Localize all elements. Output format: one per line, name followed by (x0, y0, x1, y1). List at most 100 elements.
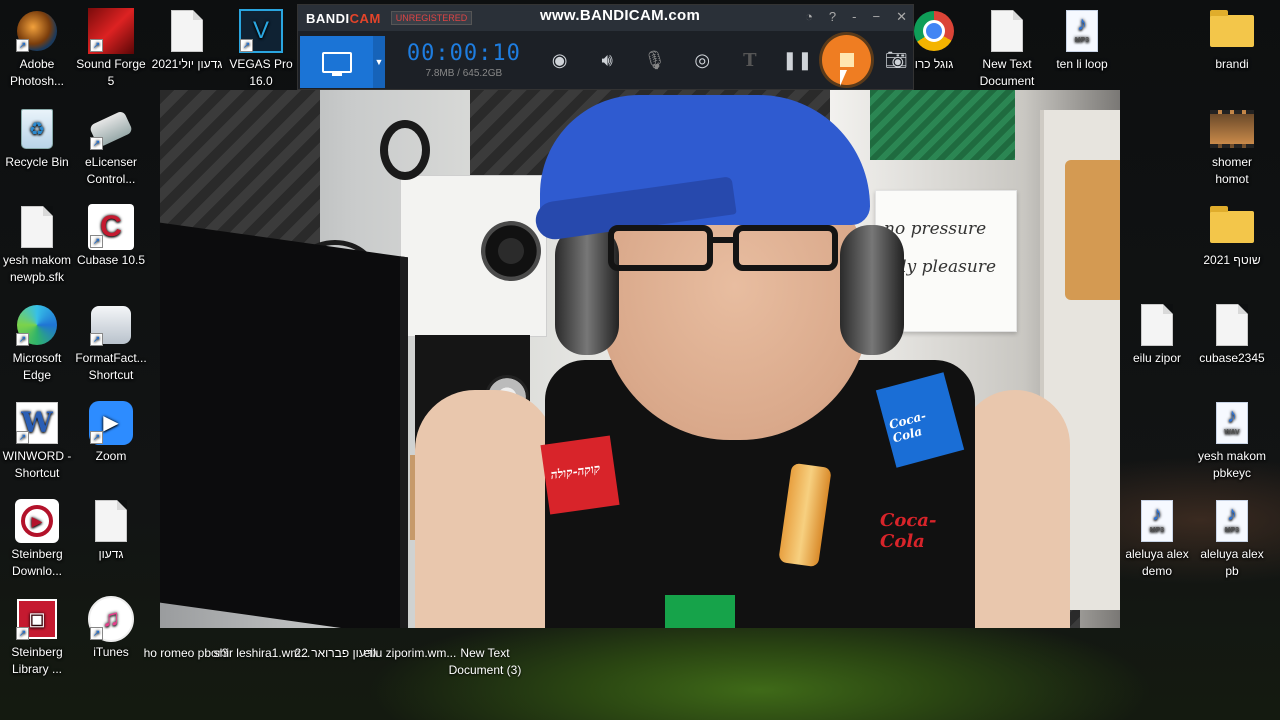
desktop-icon-vegas[interactable]: V ↗ VEGAS Pro 16.0 (224, 4, 298, 90)
icon-label: Recycle Bin (5, 155, 69, 169)
desktop-icon-aleluya-pb[interactable]: ♪ MP3 aleluya alex pb (1195, 494, 1269, 580)
camera-icon: 📷︎ (884, 49, 908, 70)
microphone-icon: 🎙︎ (643, 49, 667, 70)
icon-label: Steinberg Downlo... (11, 547, 63, 578)
sound-forge-icon: ↗ (88, 8, 134, 54)
bandicam-titlebar[interactable]: BANDICAM UNREGISTERED www.BANDICAM.com ◔… (298, 5, 913, 31)
itunes-icon: ♫ ↗ (88, 596, 134, 642)
desktop-icon-shomer-homot[interactable]: shomer homot (1195, 102, 1269, 188)
icon-label: Microsoft Edge (12, 351, 62, 382)
person: קוקה-קולה Coca-Cola Coca-Cola (415, 90, 1070, 628)
mp3-icon: ♪ MP3 (1059, 8, 1105, 54)
minimize-icon[interactable]: − (873, 9, 881, 25)
mp3-icon: ♪ MP3 (1209, 498, 1255, 544)
desktop-icon-brandi[interactable]: brandi (1195, 4, 1269, 73)
close-icon[interactable]: ✕ (896, 9, 907, 25)
chevron-down-icon: ▼ (374, 57, 384, 67)
desktop-icon-recycle-bin[interactable]: ♻ Recycle Bin (0, 102, 74, 171)
document-icon (164, 8, 210, 54)
bandicam-window[interactable]: BANDICAM UNREGISTERED www.BANDICAM.com ◔… (297, 4, 914, 90)
desktop-icon-zoom[interactable]: ▶ ↗ Zoom (74, 396, 148, 465)
clock-icon[interactable]: ◔ (805, 9, 813, 25)
timer-value: 00:00:10 (406, 41, 521, 66)
pause-button[interactable]: ❚❚ (781, 43, 815, 77)
webcam-button[interactable]: ◉ (543, 43, 577, 77)
desktop-icon-cubase[interactable]: C ↗ Cubase 10.5 (74, 200, 148, 269)
wav-icon: ♪ WAV (1209, 400, 1255, 446)
help-icon[interactable]: ? (829, 9, 836, 25)
desktop-icon-yesh-makom[interactable]: yesh makom newpb.sfk (0, 200, 74, 286)
desktop-icon-cubase2345[interactable]: cubase2345 (1195, 298, 1269, 367)
screen-mode-button[interactable] (300, 36, 374, 88)
microphone-button[interactable]: 🎙︎ (638, 43, 672, 77)
desktop-icon-new-text-document[interactable]: New Text Document (970, 4, 1044, 90)
recycle-bin-icon: ♻ (14, 106, 60, 152)
icon-label: eLicenser Control... (84, 155, 138, 186)
edge-icon: ↗ (14, 302, 60, 348)
photoshop-icon: ↗ (14, 8, 60, 54)
folder-icon (1209, 8, 1255, 54)
chrome-icon (911, 8, 957, 54)
right-arm (960, 390, 1070, 628)
icon-label: yesh makom pbkeyc (1197, 449, 1267, 480)
icon-label: Sound Forge 5 (76, 57, 146, 88)
word-icon: W ↗ (14, 400, 60, 446)
document-icon (88, 498, 134, 544)
desktop-icon-elicenser[interactable]: ↗ eLicenser Control... (74, 102, 148, 188)
minimize-to-tray-icon[interactable]: - (852, 9, 856, 25)
speaker-button[interactable]: 🔊︎ (590, 43, 624, 77)
bandicam-logo: BANDICAM (306, 10, 381, 26)
unregistered-badge[interactable]: UNREGISTERED (390, 11, 473, 25)
icon-label: New Text Document (3) (448, 646, 522, 677)
icon-label: Zoom (95, 449, 127, 463)
desktop-icon-gideon-july[interactable]: גדעון יולי2021 (150, 4, 224, 73)
zoom-icon: ▶ ↗ (88, 400, 134, 446)
icon-label: shomer homot (1211, 155, 1252, 186)
desktop-icon-sound-forge[interactable]: ↗ Sound Forge 5 (74, 4, 148, 90)
icon-label: FormatFact... Shortcut (75, 351, 147, 382)
mp3-icon: ♪ MP3 (1134, 498, 1180, 544)
icon-label: VEGAS Pro 16.0 (229, 57, 293, 88)
icon-label: WINWORD - Shortcut (2, 449, 72, 480)
screenshot-button[interactable]: 📷︎ (879, 43, 913, 77)
desktop-icon-photoshop[interactable]: ↗ Adobe Photosh... (0, 4, 74, 90)
desktop-icon-steinberg-download[interactable]: ▶ Steinberg Downlo... (0, 494, 74, 580)
mode-dropdown-button[interactable]: ▼ (373, 36, 385, 88)
icon-label: Steinberg Library ... (11, 645, 63, 676)
desktop-icon-new-text-document-3[interactable]: New Text Document (3) (435, 645, 535, 679)
icon-label: Adobe Photosh... (9, 57, 65, 88)
document-icon (984, 8, 1030, 54)
icon-label: Cubase 10.5 (76, 253, 146, 267)
icon-label: aleluya alex demo (1125, 547, 1189, 578)
guitar (1065, 160, 1120, 300)
desktop-icon-format-factory[interactable]: ↗ FormatFact... Shortcut (74, 298, 148, 384)
speaker-icon: 🔊︎ (601, 49, 613, 70)
shirt-patch-hebrew: קוקה-קולה (549, 461, 602, 483)
shirt-patch-2: Coca-Cola (880, 510, 937, 552)
desktop-icon-yesh-makom-pbkeyc[interactable]: ♪ WAV yesh makom pbkeyc (1195, 396, 1269, 482)
mouse-cursor-icon (840, 70, 847, 86)
cursor-effect-button[interactable]: ◎ (685, 43, 719, 77)
computer-monitor (160, 222, 408, 628)
video-icon (1209, 106, 1255, 152)
steinberg-library-icon: ▣ ↗ (14, 596, 60, 642)
desktop-icon-eilu-zipor[interactable]: eilu zipor (1120, 298, 1194, 367)
desktop-icon-aleluya-demo[interactable]: ♪ MP3 aleluya alex demo (1120, 494, 1194, 580)
icon-label: גדעון (98, 547, 124, 561)
text-button[interactable]: T (733, 43, 767, 77)
desktop-icon-winword[interactable]: W ↗ WINWORD - Shortcut (0, 396, 74, 482)
desktop-icon-ten-li-loop[interactable]: ♪ MP3 ten li loop (1045, 4, 1119, 73)
webcam-view: no pressure only pleasure קוקה-קולה Coca… (160, 90, 1120, 628)
desktop-icon-edge[interactable]: ↗ Microsoft Edge (0, 298, 74, 384)
desktop-icon-shotef-2021[interactable]: שוטף 2021 (1195, 200, 1269, 269)
document-icon (1134, 302, 1180, 348)
desktop-icon-steinberg-library[interactable]: ▣ ↗ Steinberg Library ... (0, 592, 74, 678)
bandicam-controls: ▼ 00:00:10 7.8MB / 645.2GB ◉ 🔊︎ 🎙︎ ◎ T ❚… (298, 31, 913, 89)
desktop-icon-gideon[interactable]: גדעון (74, 494, 148, 563)
monitor-icon (321, 51, 352, 76)
icon-label: eilu zipor (1132, 351, 1182, 365)
text-icon: T (743, 49, 757, 71)
glasses (608, 225, 858, 275)
steinberg-download-icon: ▶ (14, 498, 60, 544)
title-buttons: ◔ ? - − ✕ (805, 9, 907, 25)
